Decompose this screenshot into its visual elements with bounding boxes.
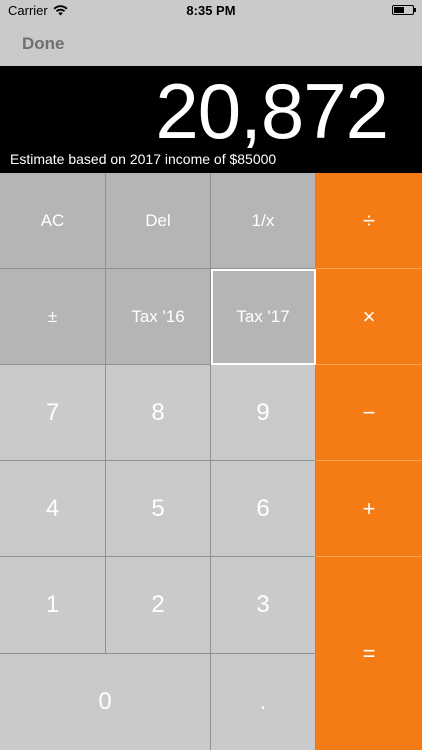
multiply-button[interactable]: × — [316, 269, 422, 365]
digit-4-button[interactable]: 4 — [0, 461, 106, 557]
battery-level — [394, 7, 404, 13]
digit-0-button[interactable]: 0 — [0, 654, 211, 750]
plus-button[interactable]: + — [316, 461, 422, 557]
nav-bar: Done — [0, 22, 422, 66]
status-bar: Carrier 8:35 PM — [0, 0, 422, 22]
digit-2-button[interactable]: 2 — [106, 557, 211, 654]
done-button[interactable]: Done — [22, 34, 65, 54]
tax-2016-button[interactable]: Tax '16 — [106, 269, 211, 365]
status-right — [392, 5, 416, 15]
digit-5-button[interactable]: 5 — [106, 461, 211, 557]
digit-7-button[interactable]: 7 — [0, 365, 106, 461]
estimate-note: Estimate based on 2017 income of $85000 — [10, 151, 277, 167]
digit-1-button[interactable]: 1 — [0, 557, 106, 654]
battery-icon — [392, 5, 416, 15]
divide-button[interactable]: ÷ — [316, 173, 422, 269]
plus-minus-button[interactable]: ± — [0, 269, 106, 365]
display-value: 20,872 — [155, 67, 389, 155]
equals-button[interactable]: = — [316, 557, 422, 750]
reciprocal-button[interactable]: 1/x — [211, 173, 316, 269]
digit-3-button[interactable]: 3 — [211, 557, 316, 654]
keypad: AC Del 1/x ÷ ± Tax '16 Tax '17 × 7 8 9 −… — [0, 173, 422, 750]
calculator-display: 20,872 Estimate based on 2017 income of … — [0, 66, 422, 173]
digit-6-button[interactable]: 6 — [211, 461, 316, 557]
decimal-button[interactable]: . — [211, 654, 316, 750]
digit-8-button[interactable]: 8 — [106, 365, 211, 461]
tax-2017-button[interactable]: Tax '17 — [211, 269, 316, 365]
minus-button[interactable]: − — [316, 365, 422, 461]
calculator-screen: Carrier 8:35 PM Done 20,872 Estimate bas… — [0, 0, 422, 750]
status-time: 8:35 PM — [186, 3, 236, 18]
digit-9-button[interactable]: 9 — [211, 365, 316, 461]
delete-button[interactable]: Del — [106, 173, 211, 269]
ac-button[interactable]: AC — [0, 173, 106, 269]
